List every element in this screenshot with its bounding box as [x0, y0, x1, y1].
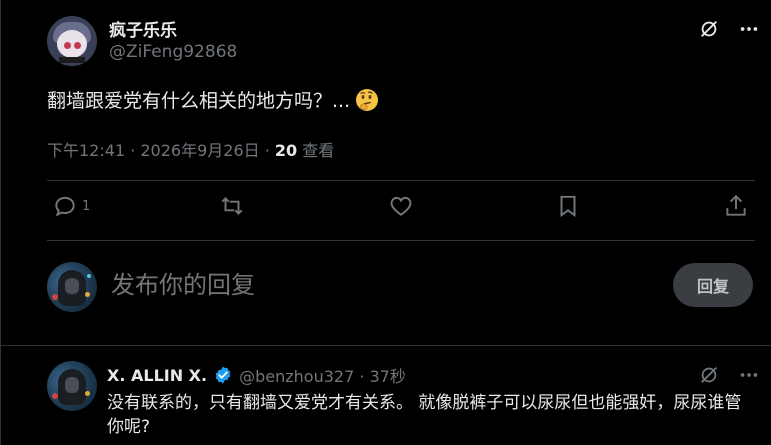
current-user-avatar[interactable] [47, 262, 97, 312]
reply-author-avatar[interactable] [47, 361, 97, 411]
reply-count: 1 [82, 198, 91, 214]
thinking-face-icon [356, 88, 379, 111]
author-avatar[interactable] [47, 16, 97, 66]
repost-icon [221, 197, 243, 215]
reply-text: 没有联系的，只有翻墙又爱党才有关系。 就像脱裤子可以尿尿但也能强奸，尿尿谁管你呢… [107, 393, 742, 437]
reply-header: X. ALLIN X. @benzhou327 · 37秒 [107, 363, 406, 387]
tweet-text: 翻墙跟爱党有什么相关的地方吗？... [47, 86, 380, 113]
reply-submit-button[interactable]: 回复 [673, 263, 753, 307]
views-count: 20 [274, 141, 298, 160]
reply-author-name[interactable]: X. ALLIN X. [107, 366, 207, 385]
like-action[interactable] [388, 193, 414, 219]
heart-icon [390, 196, 412, 216]
bookmark-icon [560, 195, 576, 218]
reply-author-handle[interactable]: @benzhou327 · 37秒 [239, 363, 406, 387]
more-options-icon[interactable] [736, 16, 762, 42]
divider [47, 240, 755, 241]
column-border [0, 0, 1, 445]
reply-top-actions [696, 362, 762, 388]
reply-icon [55, 196, 75, 217]
share-action[interactable] [723, 193, 749, 219]
verified-badge-icon [215, 366, 231, 384]
bookmark-action[interactable] [555, 193, 581, 219]
reply-input[interactable] [109, 270, 653, 300]
views-label: 查看 [297, 141, 335, 160]
repost-action[interactable] [219, 193, 245, 219]
tweet-meta: 下午12:41 · 2026年9月26日 · 20 查看 [47, 137, 334, 161]
divider [47, 180, 755, 181]
author-handle[interactable]: @ZiFeng92868 [109, 42, 237, 62]
author-display-name[interactable]: 疯子乐乐 [109, 16, 177, 41]
divider [0, 345, 771, 346]
tweet-action-bar: 1 [47, 193, 757, 229]
more-options-icon[interactable] [736, 362, 762, 388]
tweet-text-content: 翻墙跟爱党有什么相关的地方吗？... [47, 90, 351, 112]
grok-icon[interactable] [696, 362, 722, 388]
tweet-top-actions [696, 16, 762, 42]
tweet-timestamp[interactable]: 下午12:41 · 2026年9月26日 · [47, 141, 275, 160]
grok-icon[interactable] [696, 16, 722, 42]
share-icon [726, 194, 746, 216]
reply-action[interactable]: 1 [52, 193, 90, 219]
